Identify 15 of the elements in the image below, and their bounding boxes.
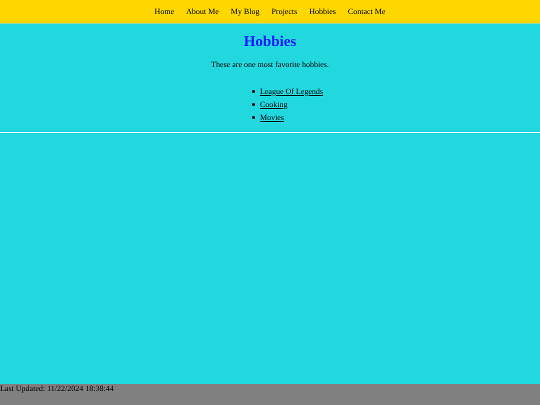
nav-link[interactable]: Contact Me [348,7,386,16]
hobby-link[interactable]: Movies [260,113,284,122]
hobby-link[interactable]: League Of Legends [260,87,324,96]
hobby-link[interactable]: Cooking [260,100,288,109]
nav-link[interactable]: Hobbies [309,7,336,16]
intro-text: These are one most favorite hobbies. [211,60,329,69]
bullet-icon [252,90,255,93]
nav-link[interactable]: Home [154,7,174,16]
nav-link[interactable]: My Blog [230,7,260,16]
bullet-icon [252,116,255,119]
nav-link[interactable]: About Me [186,7,219,16]
nav-link[interactable]: Projects [271,7,298,16]
bullet-icon [252,103,255,106]
footer-text: Last Updated: 11/22/2024 18:38:44 [0,384,540,405]
page-heading: Hobbies [244,34,296,51]
